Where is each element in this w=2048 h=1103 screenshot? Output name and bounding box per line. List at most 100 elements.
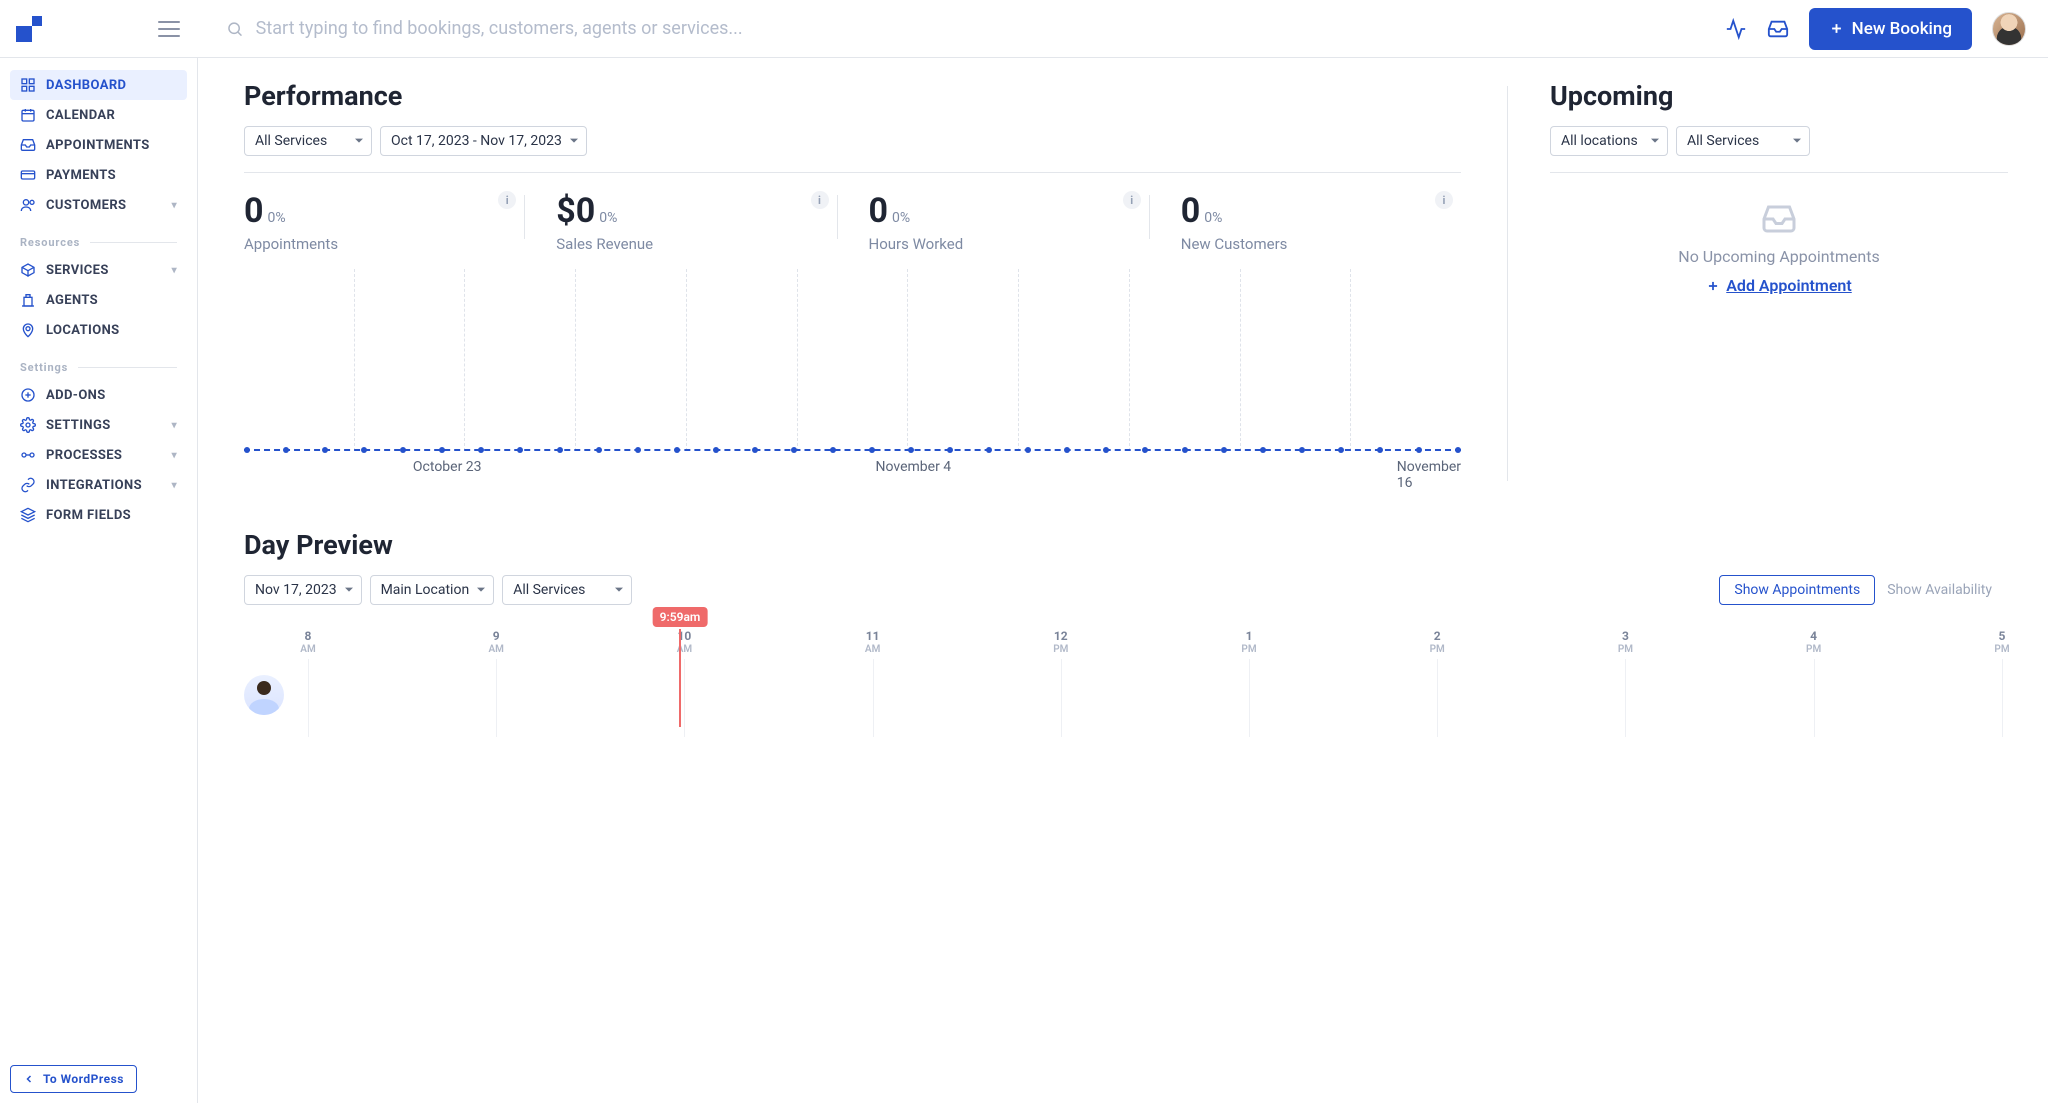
sidebar-item-services[interactable]: Services ▾ — [10, 255, 187, 285]
day-timeline: 8AM9AM10AM11AM12PM1PM2PM3PM4PM5PM9:59am — [244, 629, 2002, 737]
sidebar-item-agents[interactable]: Agents — [10, 285, 187, 315]
sidebar-item-label: Dashboard — [46, 78, 126, 93]
chevron-down-icon: ▾ — [172, 200, 177, 211]
user-avatar[interactable] — [1992, 12, 2026, 46]
to-wordpress-button[interactable]: To WordPress — [10, 1065, 137, 1093]
sidebar-item-dashboard[interactable]: Dashboard — [10, 70, 187, 100]
sidebar-item-label: Appointments — [46, 138, 150, 153]
chevron-down-icon: ▾ — [172, 420, 177, 431]
sidebar-item-label: Calendar — [46, 108, 115, 123]
info-icon[interactable]: i — [1435, 191, 1453, 209]
show-availability-button[interactable]: Show Availability — [1877, 575, 2002, 605]
add-appointment-label: Add Appointment — [1726, 276, 1852, 295]
upcoming-services-select-label: All Services — [1687, 133, 1759, 149]
perf-daterange-select[interactable]: Oct 17, 2023 - Nov 17, 2023 — [380, 126, 587, 156]
calendar-icon — [20, 107, 36, 123]
dashboard-icon — [20, 77, 36, 93]
sidebar-item-formfields[interactable]: Form Fields — [10, 500, 187, 530]
upcoming-locations-select[interactable]: All locations — [1550, 126, 1668, 156]
performance-chart: October 23November 4November 16 — [244, 269, 1461, 479]
stat-value: 0 — [869, 191, 889, 231]
daypreview-location-select[interactable]: Main Location — [370, 575, 495, 605]
sidebar-item-integrations[interactable]: Integrations ▾ — [10, 470, 187, 500]
customers-icon — [20, 197, 36, 213]
section-label-resources: Resources — [10, 220, 187, 255]
sidebar-item-label: Settings — [46, 418, 111, 433]
topbar: New Booking — [0, 0, 2048, 58]
inbox-icon[interactable] — [1767, 18, 1789, 40]
sidebar-item-customers[interactable]: Customers▾ — [10, 190, 187, 220]
daypreview-date-select[interactable]: Nov 17, 2023 — [244, 575, 362, 605]
stat-revenue: i$00%Sales Revenue — [524, 191, 836, 253]
new-booking-label: New Booking — [1852, 19, 1952, 39]
payments-icon — [20, 167, 36, 183]
upcoming-empty-text: No Upcoming Appointments — [1678, 247, 1879, 266]
stat-appointments: i00%Appointments — [244, 191, 524, 253]
stat-pct: 0% — [1204, 210, 1222, 226]
sidebar-item-label: Services — [46, 263, 109, 278]
activity-icon[interactable] — [1725, 18, 1747, 40]
sidebar-item-label: Agents — [46, 293, 98, 308]
perf-daterange-select-label: Oct 17, 2023 - Nov 17, 2023 — [391, 133, 562, 149]
info-icon[interactable]: i — [1123, 191, 1141, 209]
perf-services-select[interactable]: All Services — [244, 126, 372, 156]
app-logo[interactable] — [16, 16, 42, 42]
daypreview-services-select[interactable]: All Services — [502, 575, 632, 605]
daypreview-date-select-label: Nov 17, 2023 — [255, 582, 337, 598]
processes-icon — [20, 447, 36, 463]
sidebar-item-label: Locations — [46, 323, 120, 338]
now-badge: 9:59am — [653, 607, 708, 627]
upcoming-services-select[interactable]: All Services — [1676, 126, 1810, 156]
sidebar-item-label: Processes — [46, 448, 122, 463]
new-booking-button[interactable]: New Booking — [1809, 8, 1972, 50]
stat-label: Sales Revenue — [556, 235, 826, 253]
stat-value: $0 — [556, 191, 595, 231]
stat-pct: 0% — [268, 210, 286, 226]
info-icon[interactable]: i — [811, 191, 829, 209]
sidebar-item-locations[interactable]: Locations — [10, 315, 187, 345]
timeline-hour: 11AM — [865, 629, 880, 655]
timeline-hour: 8AM — [300, 629, 315, 655]
perf-services-select-label: All Services — [255, 133, 327, 149]
sidebar-item-label: Payments — [46, 168, 116, 183]
addons-icon — [20, 387, 36, 403]
chevron-down-icon: ▾ — [172, 265, 177, 276]
inbox-empty-icon — [1761, 201, 1797, 237]
divider — [244, 172, 1461, 173]
agent-avatar[interactable] — [244, 675, 284, 715]
add-appointment-link[interactable]: Add Appointment — [1706, 276, 1852, 295]
timeline-gridlines — [308, 659, 2002, 737]
sidebar-item-label: Add-ons — [46, 388, 106, 403]
timeline-hour: 9AM — [488, 629, 503, 655]
stat-hours: i00%Hours Worked — [837, 191, 1149, 253]
daypreview-title: Day Preview — [244, 529, 2002, 561]
stat-label: Hours Worked — [869, 235, 1139, 253]
search-input[interactable] — [254, 17, 1725, 40]
stat-customers: i00%New Customers — [1149, 191, 1461, 253]
timeline-hour: 12PM — [1053, 629, 1068, 655]
sidebar-item-payments[interactable]: Payments — [10, 160, 187, 190]
section-label-settings: Settings — [10, 345, 187, 380]
sidebar-item-label: Form Fields — [46, 508, 131, 523]
chart-grid — [244, 269, 1461, 451]
chevron-down-icon: ▾ — [172, 480, 177, 491]
sidebar-item-calendar[interactable]: Calendar — [10, 100, 187, 130]
stat-label: New Customers — [1181, 235, 1451, 253]
show-appointments-button[interactable]: Show Appointments — [1719, 575, 1875, 605]
sidebar-item-settings[interactable]: Settings ▾ — [10, 410, 187, 440]
arrow-left-icon — [23, 1073, 35, 1085]
agents-icon — [20, 292, 36, 308]
global-search[interactable] — [198, 17, 1725, 40]
sidebar-item-addons[interactable]: Add-ons — [10, 380, 187, 410]
performance-title: Performance — [244, 80, 1461, 112]
sidebar-item-appointments[interactable]: Appointments — [10, 130, 187, 160]
to-wordpress-label: To WordPress — [43, 1072, 124, 1086]
stats-row: i00%Appointments i $0 0% Sales Revenue i 0 0% Ho… — [244, 191, 1461, 253]
daypreview-location-select-label: Main Location — [381, 582, 470, 598]
sidebar-item-processes[interactable]: Processes▾ — [10, 440, 187, 470]
divider — [1550, 172, 2008, 173]
settings-icon — [20, 417, 36, 433]
sidebar-toggle-icon[interactable] — [158, 21, 180, 37]
sidebar-item-label: Integrations — [46, 478, 142, 493]
timeline-hours: 8AM9AM10AM11AM12PM1PM2PM3PM4PM5PM9:59am — [308, 629, 2002, 657]
